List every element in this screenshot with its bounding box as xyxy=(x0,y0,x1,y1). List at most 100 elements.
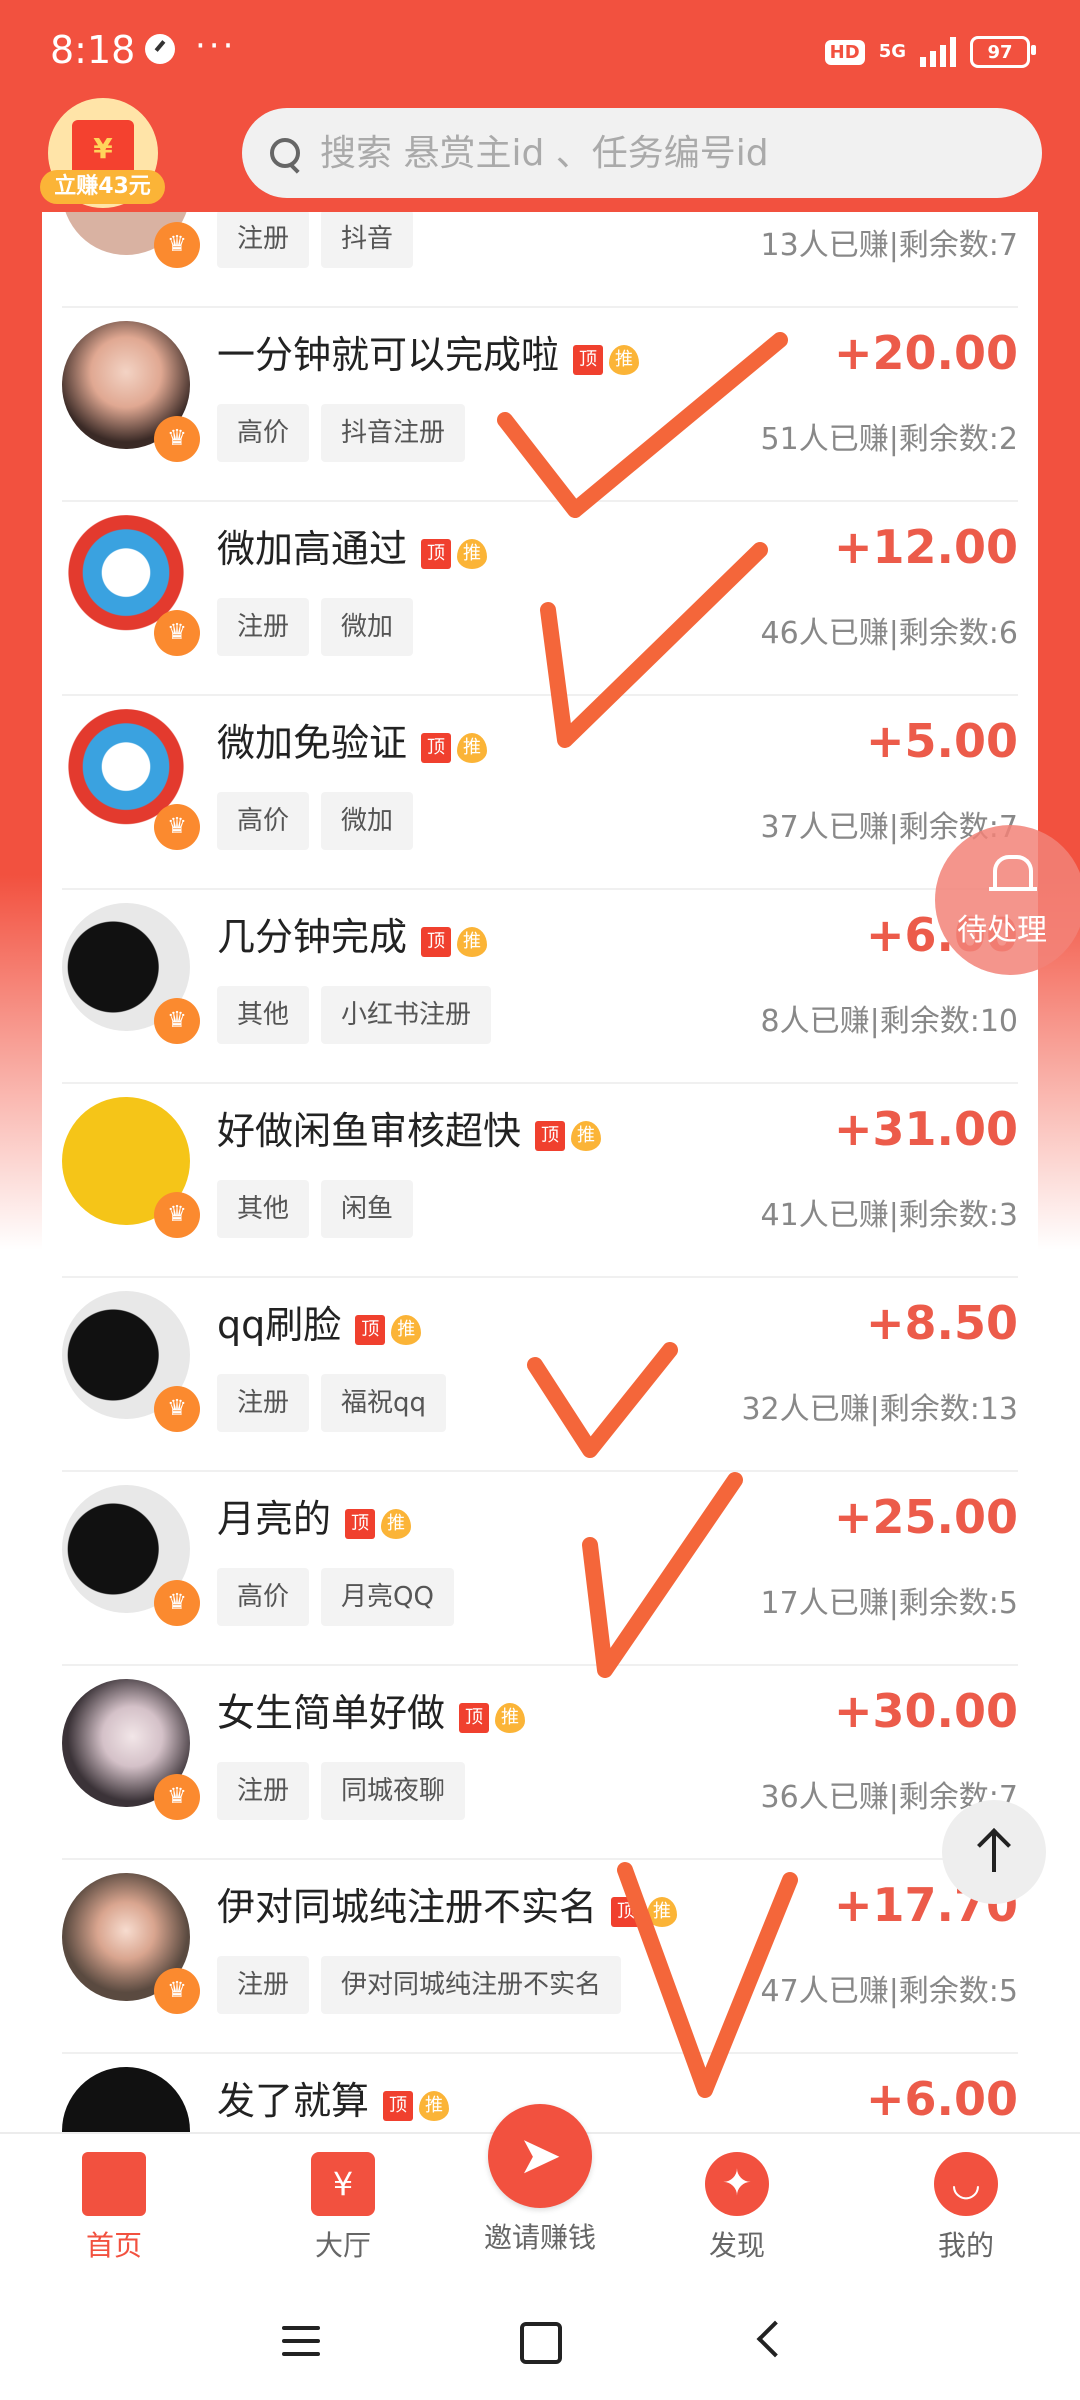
tab-home[interactable]: 首页 xyxy=(34,2152,194,2264)
task-stats: 13人已赚|剩余数:7 xyxy=(760,228,1018,263)
task-tag: 注册 xyxy=(217,212,310,268)
ticket-icon: ¥ xyxy=(311,2152,375,2216)
recommend-badge-icon: 推 xyxy=(391,1315,422,1345)
task-row[interactable]: ♛ qq刷脸顶推 注册 福祝qq +8.50 32人已赚|剩余数:13 xyxy=(62,1276,1018,1472)
recommend-badge-icon: 推 xyxy=(571,1121,602,1151)
recommend-badge-icon: 推 xyxy=(419,2091,450,2121)
search-input[interactable] xyxy=(318,131,1022,175)
more-notifications-icon: ··· xyxy=(195,26,237,66)
task-stats: 51人已赚|剩余数:2 xyxy=(760,422,1018,457)
task-stats: 17人已赚|剩余数:5 xyxy=(760,1586,1018,1621)
task-tags: 高价 月亮QQ xyxy=(217,1568,454,1626)
pending-button[interactable]: 待处理 xyxy=(935,825,1080,975)
task-title-text: 发了就算 xyxy=(217,2079,370,2123)
task-row[interactable]: ♛ 微加高通过顶推 注册 微加 +12.00 46人已赚|剩余数:6 xyxy=(62,500,1018,696)
bottom-tab-bar: 首页 ¥ 大厅 ➤ 邀请赚钱 ✦ 发现 ◡ 我的 xyxy=(0,2104,1080,2284)
crown-icon: ♛ xyxy=(154,1386,200,1432)
top-badge-icon: 顶 xyxy=(421,927,452,957)
task-tags: 其他 小红书注册 xyxy=(217,986,492,1044)
back-icon[interactable] xyxy=(756,2320,794,2358)
clock-app-icon xyxy=(145,34,175,64)
top-badge-icon: 顶 xyxy=(459,1703,490,1733)
tab-mine-label: 我的 xyxy=(937,2229,994,2262)
task-tag: 其他 xyxy=(217,1180,310,1238)
home-button-icon[interactable] xyxy=(520,2322,562,2364)
top-badge-icon: 顶 xyxy=(535,1121,566,1151)
menu-icon[interactable] xyxy=(282,2326,320,2356)
task-row[interactable]: ♛ 微加免验证顶推 高价 微加 +5.00 37人已赚|剩余数:7 xyxy=(62,694,1018,890)
task-title-text: 好做闲鱼审核超快 xyxy=(217,1109,522,1153)
task-stats: 32人已赚|剩余数:13 xyxy=(741,1392,1018,1427)
task-tag: 伊对同城纯注册不实名 xyxy=(321,1956,622,2014)
task-price: +12.00 xyxy=(833,520,1018,574)
task-tag: 福祝qq xyxy=(321,1374,447,1432)
task-tags: 注册 福祝qq xyxy=(217,1374,447,1432)
tab-hall[interactable]: ¥ 大厅 xyxy=(263,2152,423,2264)
task-title: qq刷脸顶推 xyxy=(217,1294,422,1350)
reward-badge-button[interactable]: ¥ 立赚43元 xyxy=(40,98,165,208)
task-title-text: 女生简单好做 xyxy=(217,1691,446,1735)
tab-invite-label: 邀请赚钱 xyxy=(483,2221,596,2254)
task-title: 微加高通过顶推 xyxy=(217,518,488,574)
task-title-text: 一分钟就可以完成啦 xyxy=(217,333,560,377)
task-title: 月亮的顶推 xyxy=(217,1488,412,1544)
crown-icon: ♛ xyxy=(154,1968,200,2014)
task-tag: 同城夜聊 xyxy=(321,1762,466,1820)
task-price: +20.00 xyxy=(833,326,1018,380)
task-row[interactable]: ♛ 月亮的顶推 高价 月亮QQ +25.00 17人已赚|剩余数:5 xyxy=(62,1470,1018,1666)
search-bar[interactable] xyxy=(242,108,1042,198)
search-icon xyxy=(270,138,300,168)
top-badge-icon: 顶 xyxy=(383,2091,414,2121)
task-tags: 注册 同城夜聊 xyxy=(217,1762,466,1820)
task-row[interactable]: ♛ 一分钟就可以完成啦顶推 高价 抖音注册 +20.00 51人已赚|剩余数:2 xyxy=(62,306,1018,502)
task-stats: 41人已赚|剩余数:3 xyxy=(760,1198,1018,1233)
status-time: 8:18 xyxy=(50,28,136,72)
task-tags: 高价 抖音注册 xyxy=(217,404,466,462)
tab-hall-label: 大厅 xyxy=(314,2229,371,2262)
network-type-label: 5G xyxy=(878,41,906,62)
system-nav-bar xyxy=(0,2282,1080,2400)
crown-icon: ♛ xyxy=(154,1192,200,1238)
task-title-text: 伊对同城纯注册不实名 xyxy=(217,1885,598,1929)
compass-icon: ✦ xyxy=(705,2152,769,2216)
task-tags: 其他 闲鱼 xyxy=(217,1180,414,1238)
task-tag: 小红书注册 xyxy=(321,986,492,1044)
tab-mine[interactable]: ◡ 我的 xyxy=(886,2152,1046,2264)
task-title-text: 微加高通过 xyxy=(217,527,408,571)
recommend-badge-icon: 推 xyxy=(647,1897,678,1927)
task-title: 女生简单好做顶推 xyxy=(217,1682,526,1738)
task-title: 微加免验证顶推 xyxy=(217,712,488,768)
pending-label: 待处理 xyxy=(957,913,1047,948)
tab-discover-label: 发现 xyxy=(708,2229,765,2262)
profile-icon: ◡ xyxy=(934,2152,998,2216)
task-title: 几分钟完成顶推 xyxy=(217,906,488,962)
crown-icon: ♛ xyxy=(154,1774,200,1820)
task-tag: 抖音注册 xyxy=(321,404,466,462)
crown-icon: ♛ xyxy=(154,998,200,1044)
arrow-up-icon xyxy=(992,1830,996,1872)
tab-home-label: 首页 xyxy=(85,2229,142,2262)
tab-discover[interactable]: ✦ 发现 xyxy=(657,2152,817,2264)
task-title-text: 微加免验证 xyxy=(217,721,408,765)
task-title: 伊对同城纯注册不实名顶推 xyxy=(217,1876,678,1932)
task-title: 发了就算顶推 xyxy=(217,2070,450,2126)
crown-icon: ♛ xyxy=(154,416,200,462)
task-price: +30.00 xyxy=(833,1684,1018,1738)
back-to-top-button[interactable] xyxy=(942,1800,1046,1904)
task-tag: 月亮QQ xyxy=(321,1568,454,1626)
task-tag: 微加 xyxy=(321,598,414,656)
tab-invite[interactable]: ➤ 邀请赚钱 xyxy=(460,2104,620,2256)
task-row[interactable]: ♛ 注册 抖音 13人已赚|剩余数:7 xyxy=(62,212,1018,308)
task-tag: 注册 xyxy=(217,1374,310,1432)
paper-plane-icon: ➤ xyxy=(488,2104,592,2208)
task-row[interactable]: ♛ 好做闲鱼审核超快顶推 其他 闲鱼 +31.00 41人已赚|剩余数:3 xyxy=(62,1082,1018,1278)
task-tags: 注册 微加 xyxy=(217,598,414,656)
task-row[interactable]: ♛ 女生简单好做顶推 注册 同城夜聊 +30.00 36人已赚|剩余数:7 xyxy=(62,1664,1018,1860)
task-row[interactable]: ♛ 几分钟完成顶推 其他 小红书注册 +6.00 8人已赚|剩余数:10 xyxy=(62,888,1018,1084)
task-tag: 抖音 xyxy=(321,212,414,268)
task-list[interactable]: ♛ 注册 抖音 13人已赚|剩余数:7 ♛ 一分钟就可以完成啦顶推 高价 抖音注… xyxy=(42,212,1038,2132)
avatar xyxy=(62,2067,190,2132)
task-row[interactable]: ♛ 伊对同城纯注册不实名顶推 注册 伊对同城纯注册不实名 +17.70 47人已… xyxy=(62,1858,1018,2054)
recommend-badge-icon: 推 xyxy=(457,539,488,569)
task-title-text: qq刷脸 xyxy=(217,1303,342,1347)
